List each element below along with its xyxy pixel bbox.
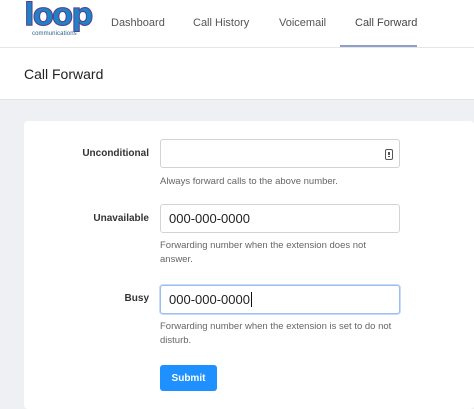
logo-subtext: communications <box>32 31 77 37</box>
logo-text: loop <box>23 0 93 34</box>
top-nav: loop communications Dashboard Call Histo… <box>0 0 474 48</box>
autofill-icon[interactable] <box>385 149 393 160</box>
busy-label: Busy <box>124 293 149 304</box>
loop-logo[interactable]: loop communications <box>23 0 93 43</box>
nav-call-history[interactable]: Call History <box>193 17 249 29</box>
unconditional-label: Unconditional <box>82 148 149 159</box>
page-title: Call Forward <box>24 66 104 82</box>
nav-voicemail[interactable]: Voicemail <box>279 17 326 29</box>
unavailable-help: Forwarding number when the extension doe… <box>160 240 366 265</box>
text-caret <box>250 292 252 307</box>
busy-field[interactable]: 000-000-0000 <box>160 285 400 314</box>
busy-value: 000-000-0000 <box>169 292 250 307</box>
unavailable-field[interactable]: 000-000-0000 <box>160 204 400 233</box>
unavailable-label: Unavailable <box>93 213 149 224</box>
page-header: Call Forward <box>0 48 474 100</box>
submit-button[interactable]: Submit <box>160 365 217 391</box>
busy-help: Forwarding number when the extension is … <box>160 321 392 346</box>
active-tab-indicator <box>340 45 417 47</box>
unconditional-help: Always forward calls to the above number… <box>160 176 338 187</box>
unavailable-value: 000-000-0000 <box>169 211 250 226</box>
unconditional-field[interactable] <box>160 139 400 168</box>
nav-dashboard[interactable]: Dashboard <box>111 17 165 29</box>
nav-call-forward[interactable]: Call Forward <box>355 17 417 29</box>
